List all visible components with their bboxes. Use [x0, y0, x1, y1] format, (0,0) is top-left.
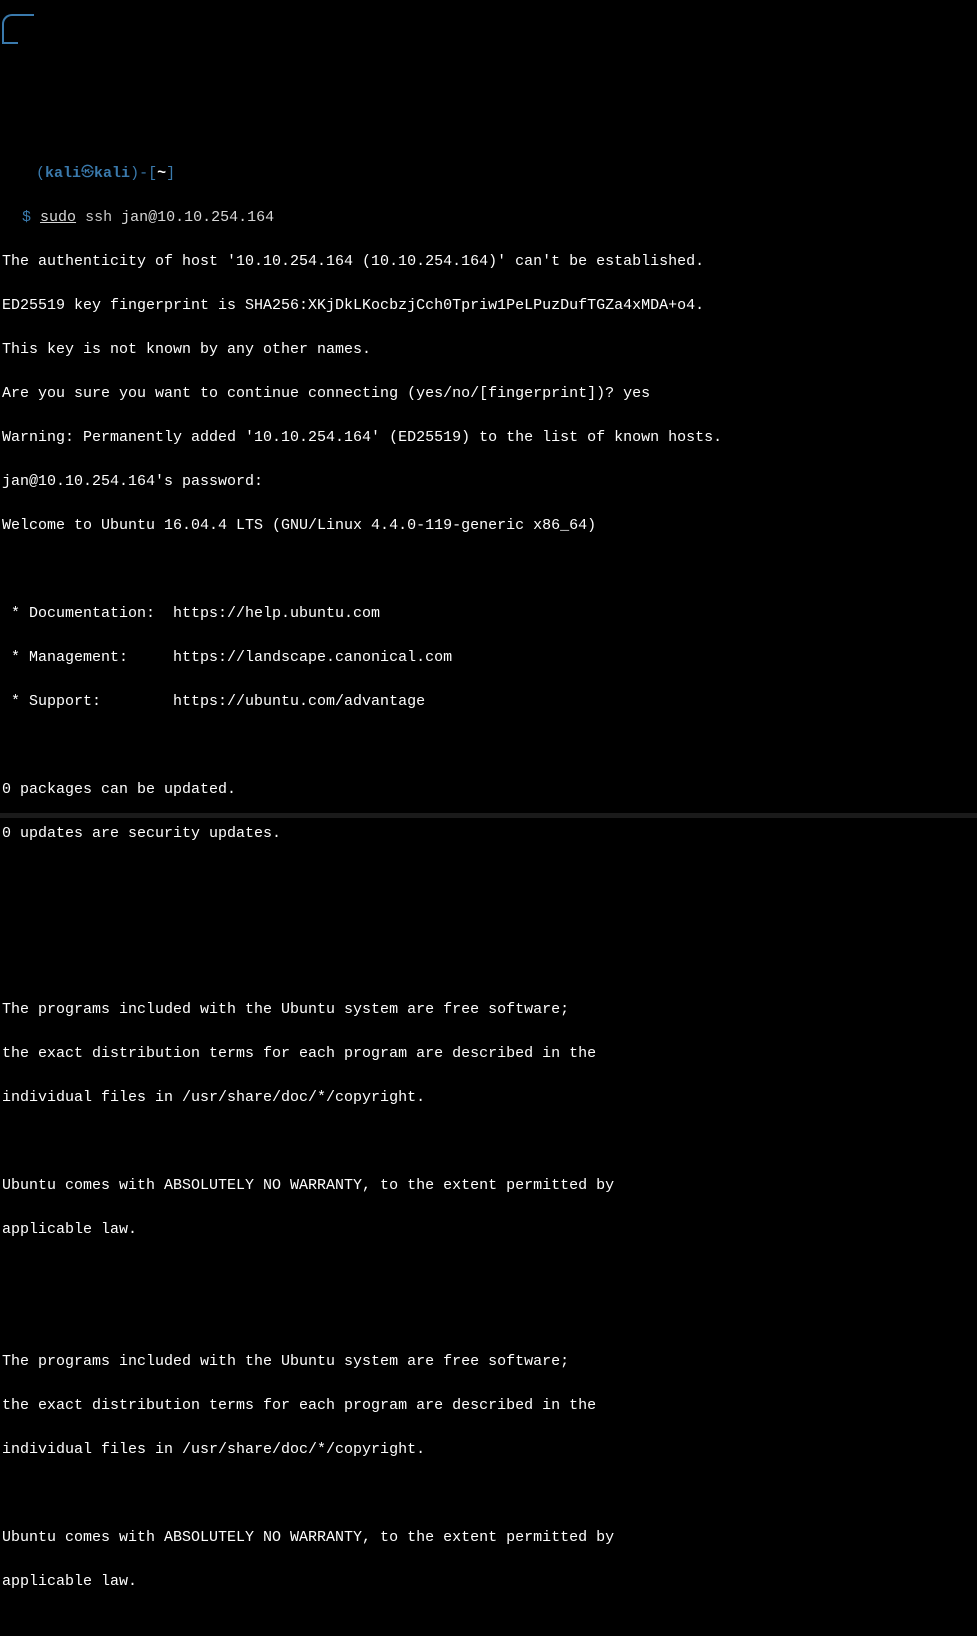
output-line [2, 1483, 975, 1505]
terminal-area[interactable]: (kali㉿kali)-[~] $ sudo ssh jan@10.10.254… [2, 140, 975, 1636]
output-line: applicable law. [2, 1219, 975, 1241]
prompt-host: kali [94, 165, 130, 182]
output-line: Ubuntu comes with ABSOLUTELY NO WARRANTY… [2, 1175, 975, 1197]
output-line: 0 updates are security updates. [2, 823, 975, 845]
output-line: The programs included with the Ubuntu sy… [2, 1351, 975, 1373]
output-line: individual files in /usr/share/doc/*/cop… [2, 1439, 975, 1461]
output-line [2, 559, 975, 581]
prompt-cwd: ~ [157, 165, 166, 182]
output-line: 0 packages can be updated. [2, 779, 975, 801]
output-line: The programs included with the Ubuntu sy… [2, 999, 975, 1021]
output-line [2, 867, 975, 889]
output-line [2, 1615, 975, 1636]
cmd-args: jan@10.10.254.164 [112, 209, 274, 226]
output-line: individual files in /usr/share/doc/*/cop… [2, 1087, 975, 1109]
bracket-close: ] [166, 165, 175, 182]
dash: - [139, 165, 148, 182]
output-line: * Documentation: https://help.ubuntu.com [2, 603, 975, 625]
prompt-line2: $ sudo ssh jan@10.10.254.164 [2, 207, 975, 229]
output-line [2, 1263, 975, 1285]
output-line: This key is not known by any other names… [2, 339, 975, 361]
output-line: * Management: https://landscape.canonica… [2, 647, 975, 669]
output-line: Are you sure you want to continue connec… [2, 383, 975, 405]
output-line [2, 1307, 975, 1329]
cmd-ssh: ssh [85, 209, 112, 226]
paren-close: ) [130, 165, 139, 182]
skull-icon: ㉿ [81, 162, 94, 184]
cmd-sudo: sudo [40, 209, 76, 226]
output-line [2, 911, 975, 933]
paren-open: ( [36, 165, 45, 182]
output-line: * Support: https://ubuntu.com/advantage [2, 691, 975, 713]
output-line: applicable law. [2, 1571, 975, 1593]
prompt-box-corner [2, 14, 34, 42]
output-line [2, 735, 975, 757]
output-line: the exact distribution terms for each pr… [2, 1395, 975, 1417]
bracket-open: [ [148, 165, 157, 182]
output-line: jan@10.10.254.164's password: [2, 471, 975, 493]
output-line: Welcome to Ubuntu 16.04.4 LTS (GNU/Linux… [2, 515, 975, 537]
prompt-user: kali [45, 165, 81, 182]
output-line [2, 1131, 975, 1153]
output-line: The authenticity of host '10.10.254.164 … [2, 251, 975, 273]
prompt-line1: (kali㉿kali)-[~] [2, 162, 975, 185]
output-line: the exact distribution terms for each pr… [2, 1043, 975, 1065]
output-line [2, 955, 975, 977]
prompt-dollar: $ [22, 209, 31, 226]
output-line: Warning: Permanently added '10.10.254.16… [2, 427, 975, 449]
output-line: ED25519 key fingerprint is SHA256:XKjDkL… [2, 295, 975, 317]
output-line: Ubuntu comes with ABSOLUTELY NO WARRANTY… [2, 1527, 975, 1549]
